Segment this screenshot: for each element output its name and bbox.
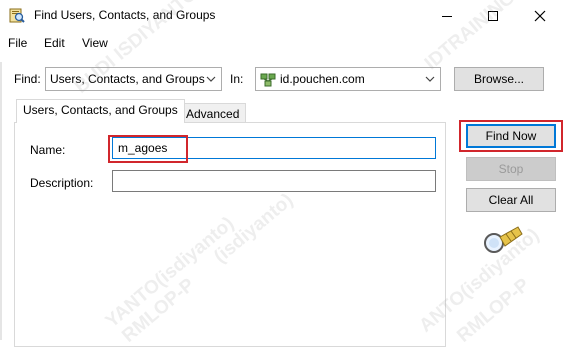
menu-edit[interactable]: Edit [44,36,65,50]
flashlight-search-icon [484,226,523,253]
search-criteria-panel: Name: m_agoes Description: [14,122,446,347]
find-now-button[interactable]: Find Now [466,124,556,148]
find-type-dropdown[interactable]: Users, Contacts, and Groups [45,67,222,91]
chevron-down-icon [425,76,435,82]
name-label: Name: [30,143,66,157]
scope-value: id.pouchen.com [280,72,365,86]
find-magnifier-icon [9,8,25,23]
menu-view[interactable]: View [82,36,108,50]
find-type-value: Users, Contacts, and Groups [50,72,205,86]
minimize-button[interactable] [424,0,470,31]
stop-button[interactable]: Stop [466,157,556,181]
clear-all-button[interactable]: Clear All [466,188,556,212]
browse-button[interactable]: Browse... [454,67,544,91]
window-title: Find Users, Contacts, and Groups [34,8,216,22]
in-label: In: [230,72,244,86]
chevron-down-icon [206,76,216,82]
title-bar: Find Users, Contacts, and Groups [0,0,568,31]
find-row: Find: Users, Contacts, and Groups In: id… [0,62,568,94]
tab-advanced[interactable]: Advanced [179,103,247,123]
window-left-edge [0,62,2,340]
description-field[interactable] [112,170,436,192]
menu-file[interactable]: File [8,36,27,50]
tab-users-contacts-groups[interactable]: Users, Contacts, and Groups [16,99,185,123]
maximize-button[interactable] [470,0,516,31]
minimize-icon [442,15,452,17]
find-label: Find: [14,72,41,86]
scope-dropdown[interactable]: id.pouchen.com [255,67,441,91]
close-button[interactable] [517,0,563,31]
watermark-text: RMLOP-P [453,274,534,347]
description-label: Description: [30,176,94,190]
maximize-icon [488,10,498,21]
close-icon [534,10,546,21]
directory-domain-icon [260,73,276,87]
menu-bar: File Edit View [0,33,568,53]
name-field[interactable]: m_agoes [112,137,436,159]
